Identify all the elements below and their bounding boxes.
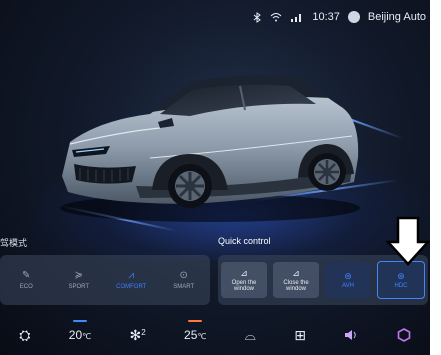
hdc-icon: ⊛ <box>397 270 405 281</box>
mode-smart-label: SMART <box>173 283 195 290</box>
mode-eco-label: ECO <box>19 283 33 290</box>
clock-time: 10:37 <box>312 11 340 23</box>
rear-defrost-icon: ⊞ <box>294 326 306 343</box>
status-bar: 10:37 Beijing Auto <box>0 0 430 34</box>
car-image <box>60 75 360 222</box>
location-label: Beijing Auto <box>367 11 426 23</box>
open-window-label: Open the window <box>231 279 257 292</box>
front-defrost-button[interactable]: ⌓ <box>245 327 256 344</box>
mode-eco-button[interactable]: ✎ ECO <box>0 255 53 305</box>
comfort-icon: ⩘ <box>128 269 135 281</box>
mode-smart-button[interactable]: ⊙ SMART <box>158 255 211 305</box>
leaf-icon: ✎ <box>22 269 31 281</box>
open-window-button[interactable]: ⊿ Open the window <box>221 262 267 298</box>
close-window-label: Close the window <box>283 279 309 292</box>
mode-comfort-label: COMFORT <box>116 283 147 290</box>
seat-heat-button[interactable]: ⛭ <box>19 327 30 344</box>
signal-icon <box>290 12 304 22</box>
right-temp-value: 25 <box>184 328 198 342</box>
fan-speed-button[interactable]: ✻2 <box>129 327 145 344</box>
left-temp-bar <box>72 320 87 322</box>
close-window-button[interactable]: ⊿ Close the window <box>273 262 319 298</box>
wifi-icon <box>270 12 282 22</box>
avh-button[interactable]: ⊜ AVH <box>325 262 371 298</box>
left-temperature[interactable]: 20℃ <box>68 320 92 342</box>
car-infotainment-screen: 10:37 Beijing Auto 驾模式 Quick control ✎ E… <box>0 0 430 355</box>
sport-icon: ≽ <box>74 269 83 281</box>
quick-control-title: Quick control <box>218 236 271 246</box>
rear-defrost-button[interactable]: ⊞ <box>294 327 306 344</box>
bluetooth-icon <box>253 11 262 23</box>
mode-sport-button[interactable]: ≽ SPORT <box>53 255 106 305</box>
fan-level: 2 <box>141 327 146 337</box>
mode-sport-label: SPORT <box>68 283 90 290</box>
avatar-icon[interactable] <box>347 11 360 23</box>
hdc-label: HDC <box>394 282 408 289</box>
left-temp-value: 20 <box>68 328 83 342</box>
avh-label: AVH <box>342 282 354 289</box>
app-hexagon-button[interactable] <box>397 328 411 342</box>
avh-icon: ⊜ <box>344 270 352 281</box>
smart-icon: ⊙ <box>179 269 188 281</box>
left-temp-unit: ℃ <box>82 332 92 341</box>
mode-comfort-button[interactable]: ⩘ COMFORT <box>105 255 158 305</box>
hdc-button[interactable]: ⊛ HDC <box>377 261 425 299</box>
front-defrost-icon: ⌓ <box>244 326 256 343</box>
window-open-icon: ⊿ <box>240 267 248 278</box>
drive-mode-title: 驾模式 <box>0 238 28 248</box>
down-arrow-icon <box>386 216 430 266</box>
window-close-icon: ⊿ <box>292 267 300 278</box>
seat-heat-icon: ⛭ <box>19 326 31 343</box>
volume-icon <box>345 330 357 340</box>
right-temp-bar <box>188 320 203 322</box>
drive-mode-panel: ✎ ECO ≽ SPORT ⩘ COMFORT ⊙ SMART <box>0 255 210 305</box>
hexagon-icon <box>397 328 411 342</box>
fan-icon: ✻ <box>129 326 142 343</box>
volume-button[interactable] <box>344 329 358 341</box>
right-temperature[interactable]: 25℃ <box>184 320 207 342</box>
right-temp-unit: ℃ <box>197 332 207 341</box>
bottom-bar: ⛭ 20℃ ✻2 25℃ ⌓ ⊞ <box>0 315 430 355</box>
